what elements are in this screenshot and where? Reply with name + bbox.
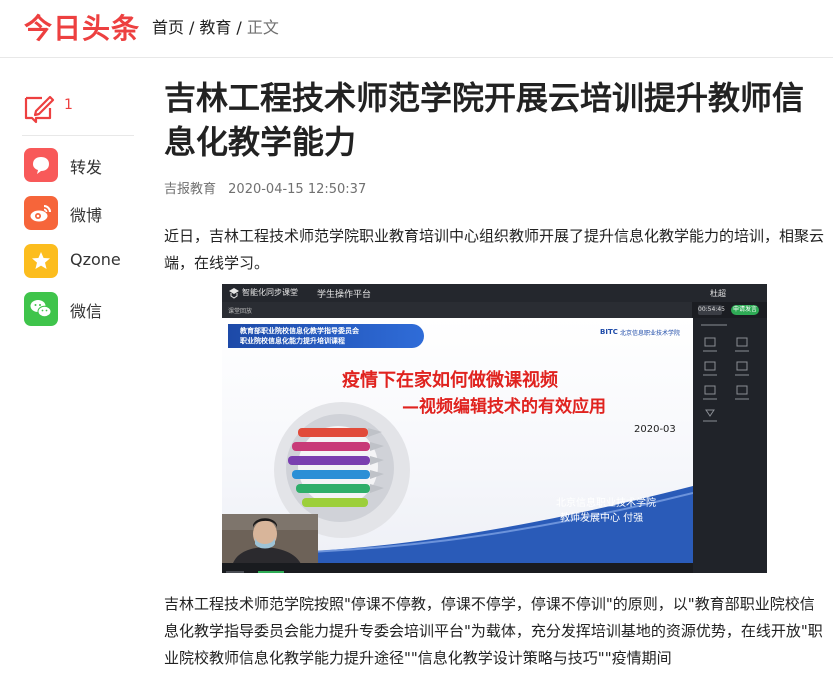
video-sub-bar: 课堂回放 (222, 302, 692, 318)
video-status-bar (222, 563, 693, 573)
slide-subtitle: —视频编辑技术的有效应用 (402, 397, 606, 417)
slide-footer-school: 北京信息职业技术学院 (556, 498, 656, 509)
video-title-bar: 智能化同步课堂 学生操作平台 杜超 (222, 284, 767, 302)
slide-ribbon: 教育部职业院校信息化教学指导委员会 职业院校信息化能力提升培训课程 (228, 324, 424, 348)
breadcrumb-education[interactable]: 教育 (199, 18, 231, 37)
article-paragraph: 吉林工程技术师范学院按照"停课不停教，停课不停学，停课不停训"的原则，以"教育部… (164, 595, 823, 667)
share-weibo[interactable]: 微博 (22, 196, 134, 244)
comment-edit-icon (24, 95, 55, 124)
article-source[interactable]: 吉报教育 (164, 182, 216, 197)
slide-footer-presenter: 教师发展中心 付强 (560, 513, 644, 524)
share-rail: 1 转发 微博 Qzone 微信 (22, 90, 134, 340)
slide-title: 疫情下在家如何做微课视频 (342, 370, 558, 391)
breadcrumb: 首页 / 教育 / 正文 (152, 17, 279, 39)
user-name: 杜超 (710, 289, 726, 298)
share-wechat[interactable]: 微信 (22, 292, 134, 340)
replay-label: 课堂回放 (228, 308, 253, 315)
webcam-thumbnail (222, 514, 318, 566)
share-qzone[interactable]: Qzone (22, 244, 134, 292)
ribbon-line-1: 教育部职业院校信息化教学指导委员会 (240, 327, 359, 335)
presenter-avatar (222, 514, 318, 566)
share-label-wechat: 微信 (70, 302, 103, 321)
share-repost[interactable]: 转发 (22, 148, 134, 196)
side-panel-icons (701, 324, 749, 422)
article-image: 智能化同步课堂 学生操作平台 杜超 课堂回放 00:54:45 申请发言 教育部… (222, 284, 767, 573)
breadcrumb-home[interactable]: 首页 (152, 18, 184, 37)
article-meta: 吉报教育 2020-04-15 12:50:37 (164, 178, 824, 197)
ribbon-line-2: 职业院校信息化能力提升培训课程 (240, 337, 345, 345)
top-bar: 今日头条 首页 / 教育 / 正文 (0, 0, 833, 58)
speak-button: 申请发言 (731, 305, 759, 315)
breadcrumb-current: 正文 (246, 18, 279, 37)
comment-button[interactable]: 1 (22, 90, 134, 136)
article-title: 吉林工程技术师范学院开展云培训提升教师信息化教学能力 (164, 79, 805, 161)
breadcrumb-separator: / (189, 18, 195, 37)
share-label-qzone: Qzone (70, 250, 121, 269)
share-label-weibo: 微博 (70, 206, 103, 225)
bitc-school-name: 北京信息职业技术学院 (620, 330, 681, 337)
weibo-icon (24, 196, 58, 230)
article-paragraph: 近日，吉林工程技术师范学院职业教育培训中心组织教师开展了提升信息化教学能力的培训… (164, 227, 825, 272)
comment-count: 1 (64, 97, 73, 113)
app-logo-icon (229, 288, 239, 299)
platform-name: 学生操作平台 (317, 290, 372, 300)
breadcrumb-separator: / (236, 18, 242, 37)
share-label-repost: 转发 (70, 158, 103, 177)
article: 吉林工程技术师范学院开展云培训提升教师信息化教学能力 吉报教育 2020-04-… (164, 76, 824, 277)
repost-icon (24, 148, 58, 182)
wechat-icon (24, 292, 58, 326)
site-logo[interactable]: 今日头条 (24, 12, 140, 46)
video-side-panel (693, 318, 767, 573)
status-indicators (226, 571, 284, 573)
bitc-logo: BITC (600, 328, 618, 336)
time-badge: 00:54:45 (698, 305, 725, 315)
article-time: 2020-04-15 12:50:37 (228, 182, 367, 197)
app-name: 智能化同步课堂 (242, 288, 298, 297)
slide-date: 2020-03 (634, 424, 676, 435)
qzone-icon (24, 244, 58, 278)
